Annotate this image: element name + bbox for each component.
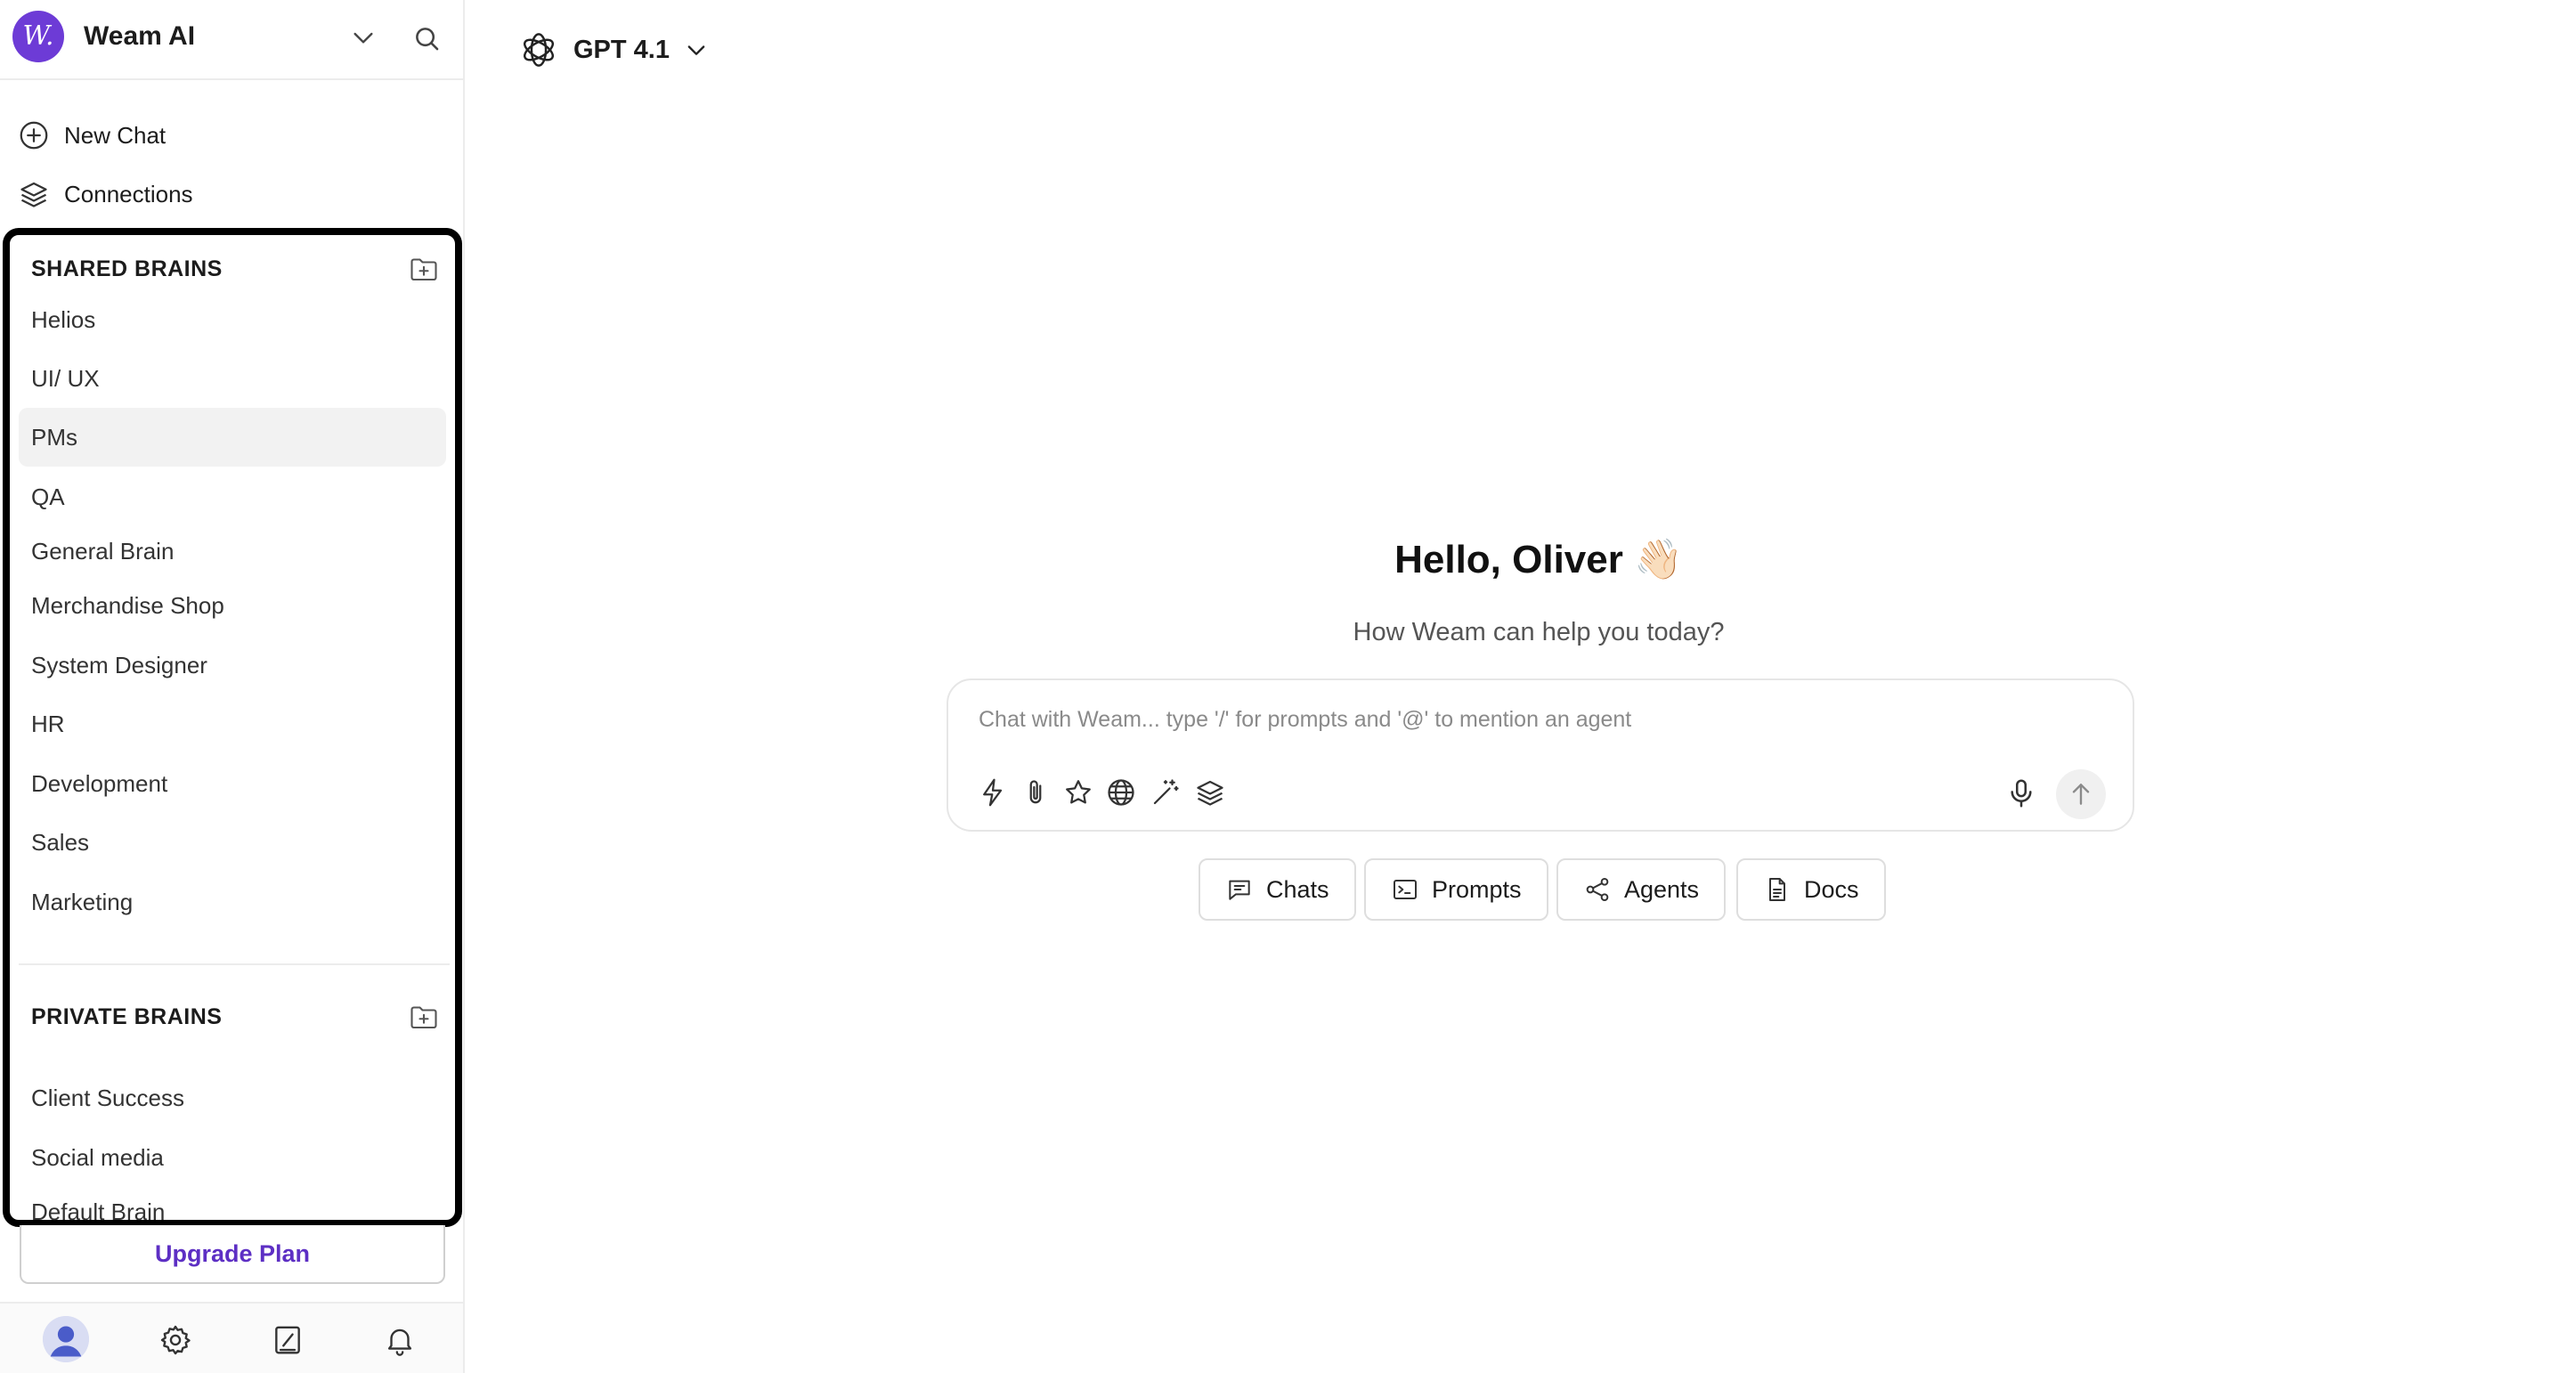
sidebar: W. Weam AI New Chat Connections SHARED B… — [0, 0, 465, 1373]
notebook-icon — [275, 1326, 300, 1354]
document-icon — [1769, 878, 1785, 901]
model-name: GPT 4.1 — [573, 35, 670, 64]
star-icon[interactable] — [1062, 776, 1094, 808]
search-icon[interactable] — [411, 23, 442, 53]
prompts-button[interactable]: Prompts — [1364, 858, 1548, 921]
private-brains-heading: PRIVATE BRAINS — [31, 1004, 223, 1029]
docs-button[interactable]: Docs — [1736, 858, 1886, 921]
new-chat-button[interactable]: New Chat — [18, 114, 166, 157]
bolt-icon[interactable] — [977, 776, 1009, 808]
brain-item-ui-ux[interactable]: UI/ UX — [19, 349, 446, 408]
layers-icon — [20, 182, 47, 207]
brain-item-merchandise-shop[interactable]: Merchandise Shop — [19, 576, 446, 635]
chats-label: Chats — [1266, 875, 1329, 903]
chats-button[interactable]: Chats — [1199, 858, 1356, 921]
notes-button[interactable] — [267, 1320, 308, 1361]
connections-button[interactable]: Connections — [18, 173, 193, 215]
bell-icon — [387, 1328, 412, 1356]
section-divider — [19, 963, 450, 965]
send-button[interactable] — [2056, 769, 2106, 819]
agents-label: Agents — [1624, 875, 1700, 903]
chat-composer — [947, 678, 2134, 832]
brain-item-sales[interactable]: Sales — [19, 813, 446, 872]
connections-label: Connections — [64, 180, 193, 207]
brain-item-client-success[interactable]: Client Success — [19, 1068, 446, 1127]
weam-logo: W. — [12, 11, 64, 62]
brain-item-pms[interactable]: PMs — [19, 408, 446, 467]
layers-icon[interactable] — [1194, 776, 1226, 808]
plus-circle-icon — [20, 121, 48, 150]
chevron-down-icon[interactable] — [349, 23, 378, 52]
chat-bubble-icon — [1229, 880, 1250, 900]
arrow-up-icon — [2072, 784, 2090, 805]
chat-input[interactable] — [979, 698, 2047, 741]
greeting-heading: Hello, Oliver 👋🏻 — [1394, 538, 1683, 581]
workspace-name[interactable]: Weam AI — [84, 21, 195, 52]
agents-button[interactable]: Agents — [1556, 858, 1727, 921]
brain-item-system-designer[interactable]: System Designer — [19, 636, 446, 695]
openai-logo-icon — [523, 33, 555, 67]
chevron-down-icon — [687, 45, 705, 55]
greeting-subtitle: How Weam can help you today? — [1353, 618, 1725, 646]
workspace-header: W. Weam AI — [0, 0, 463, 80]
add-folder-icon[interactable] — [407, 253, 441, 285]
paperclip-icon[interactable] — [1020, 776, 1052, 808]
settings-button[interactable] — [155, 1320, 196, 1361]
user-avatar-icon — [43, 1316, 89, 1362]
new-chat-label: New Chat — [64, 121, 167, 149]
globe-icon[interactable] — [1105, 776, 1137, 808]
brain-item-social-media[interactable]: Social media — [19, 1128, 446, 1187]
brain-item-marketing[interactable]: Marketing — [19, 873, 446, 931]
microphone-icon[interactable] — [2004, 776, 2038, 810]
terminal-icon — [1394, 880, 1417, 899]
model-selector[interactable]: GPT 4.1 — [518, 27, 709, 73]
avatar[interactable] — [43, 1316, 89, 1362]
shared-brains-heading: SHARED BRAINS — [31, 256, 223, 281]
brains-panel: SHARED BRAINS Helios UI/ UX PMs QA Gener… — [3, 228, 462, 1227]
brain-item-helios[interactable]: Helios — [19, 290, 446, 349]
brain-item-development[interactable]: Development — [19, 754, 446, 813]
gear-icon — [160, 1325, 191, 1355]
brain-item-general-brain[interactable]: General Brain — [19, 522, 446, 581]
notifications-button[interactable] — [379, 1320, 420, 1361]
brain-item-hr[interactable]: HR — [19, 695, 446, 753]
docs-label: Docs — [1804, 875, 1859, 903]
nodes-icon — [1586, 878, 1609, 901]
magic-wand-icon[interactable] — [1150, 776, 1182, 808]
prompts-label: Prompts — [1432, 875, 1522, 903]
sidebar-footer — [0, 1302, 463, 1373]
add-folder-icon[interactable] — [407, 1001, 441, 1033]
brain-item-qa[interactable]: QA — [19, 467, 446, 526]
upgrade-plan-button[interactable]: Upgrade Plan — [20, 1225, 445, 1284]
